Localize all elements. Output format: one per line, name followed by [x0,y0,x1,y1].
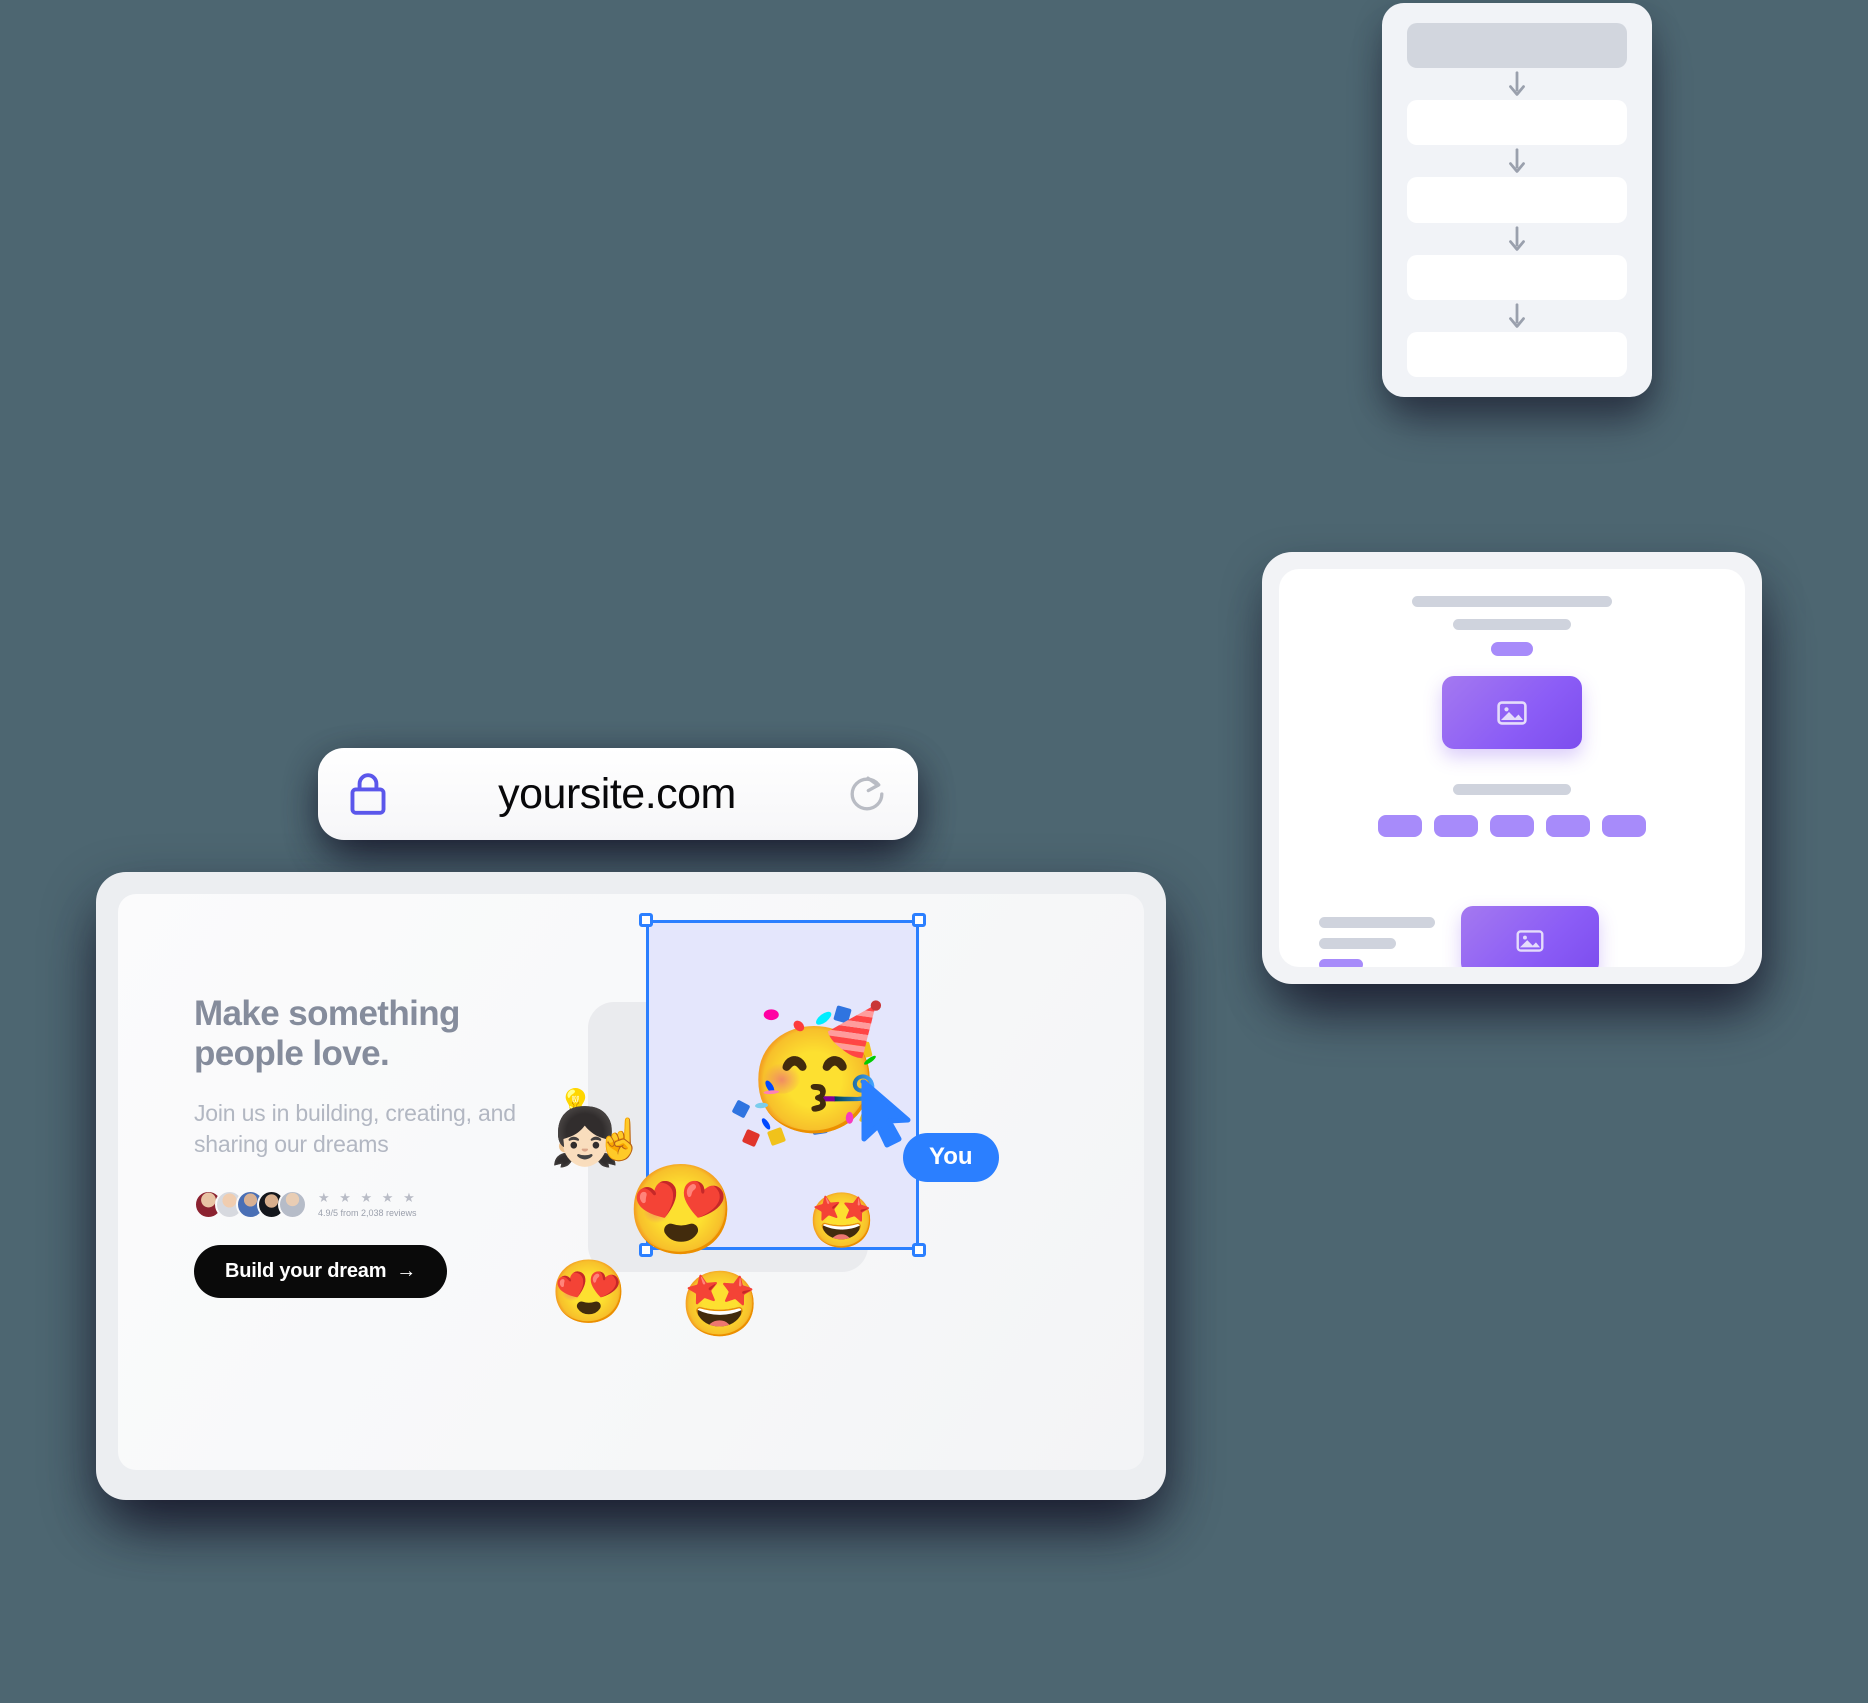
image-placeholder-icon [1442,676,1582,749]
wireframe-pill [1490,815,1534,837]
wireframe-pill [1546,815,1590,837]
wireframe-text-block [1319,906,1435,967]
star-rating-icon: ★ ★ ★ ★ ★ [318,1189,418,1205]
website-viewport: Make something people love. Join us in b… [118,894,1144,1470]
build-your-dream-button[interactable]: Build your dream → [194,1244,448,1298]
image-glyph-icon [1516,929,1544,952]
collaborator-cursor: You [858,1079,999,1182]
page-subtitle: Join us in building, creating, and shari… [194,1099,516,1157]
sticker-star-struck-memoji[interactable]: 🤩 [808,1194,875,1248]
page-title-line1: Make something [194,994,460,1033]
arrow-down-icon [1509,148,1525,174]
reviews-row: ★ ★ ★ ★ ★ 4.9/5 from 2,038 reviews [194,1189,594,1219]
arrow-down-icon [1509,71,1525,96]
tablet-wireframe-card [1262,552,1762,984]
lock-icon [350,773,386,815]
browser-window: Make something people love. Join us in b… [96,872,1166,1500]
flow-block-head [1407,23,1627,69]
wireframe-pill-row [1378,815,1646,837]
flow-block [1407,331,1627,377]
avatar-group [194,1189,307,1219]
sticker-heart-eyes-curly-memoji[interactable]: 😍 [626,1166,736,1254]
sticker-heart-eyes-memoji[interactable]: 😍 [550,1262,627,1324]
wireframe-features-section [1279,784,1745,837]
rating-block: ★ ★ ★ ★ ★ 4.9/5 from 2,038 reviews [318,1191,418,1218]
arrow-down-icon [1509,225,1525,251]
flow-diagram-card [1382,3,1652,397]
wireframe-bar [1319,938,1396,949]
browser-url-bar[interactable]: yoursite.com [318,748,918,840]
page-title-line2: people love. [194,1034,390,1074]
arrow-down-icon [1509,303,1525,328]
wireframe-pill [1602,815,1646,837]
hero-section: Make something people love. Join us in b… [194,994,594,1298]
wireframe-bar [1453,619,1571,630]
avatar [278,1189,307,1219]
wireframe-bar [1453,784,1571,795]
url-text[interactable]: yoursite.com [388,770,846,819]
resize-handle-top-right[interactable] [912,913,926,927]
wireframe-pill [1378,815,1422,837]
flow-block [1407,100,1627,146]
resize-handle-bottom-right[interactable] [912,1243,926,1257]
flow-block [1407,254,1627,300]
image-placeholder-icon [1461,906,1599,967]
resize-handle-top-left[interactable] [639,913,653,927]
cta-label: Build your dream [225,1259,387,1282]
cursor-name-label: You [903,1133,999,1182]
wireframe-pill [1491,642,1533,656]
wireframe-bar [1319,917,1435,928]
cursor-arrow-icon [861,1079,911,1148]
page-title: Make something people love. [194,994,594,1075]
wireframe-pill [1319,959,1363,967]
flow-block [1407,177,1627,223]
image-glyph-icon [1497,700,1527,725]
tablet-screen [1279,569,1745,967]
sticker-pointing-up-memoji[interactable]: ☝️ [595,1120,645,1160]
sticker-star-struck-dark-memoji[interactable]: 🤩 [680,1272,760,1336]
reload-icon[interactable] [846,773,888,815]
wireframe-pill [1434,815,1478,837]
wireframe-bar [1412,596,1612,607]
arrow-right-icon: → [396,1259,417,1282]
rating-label: 4.9/5 from 2,038 reviews [318,1207,417,1218]
canvas-root: yoursite.com Make something people love.… [0,0,1868,1703]
wireframe-content-section [1319,906,1599,967]
wireframe-hero-section [1279,596,1745,749]
